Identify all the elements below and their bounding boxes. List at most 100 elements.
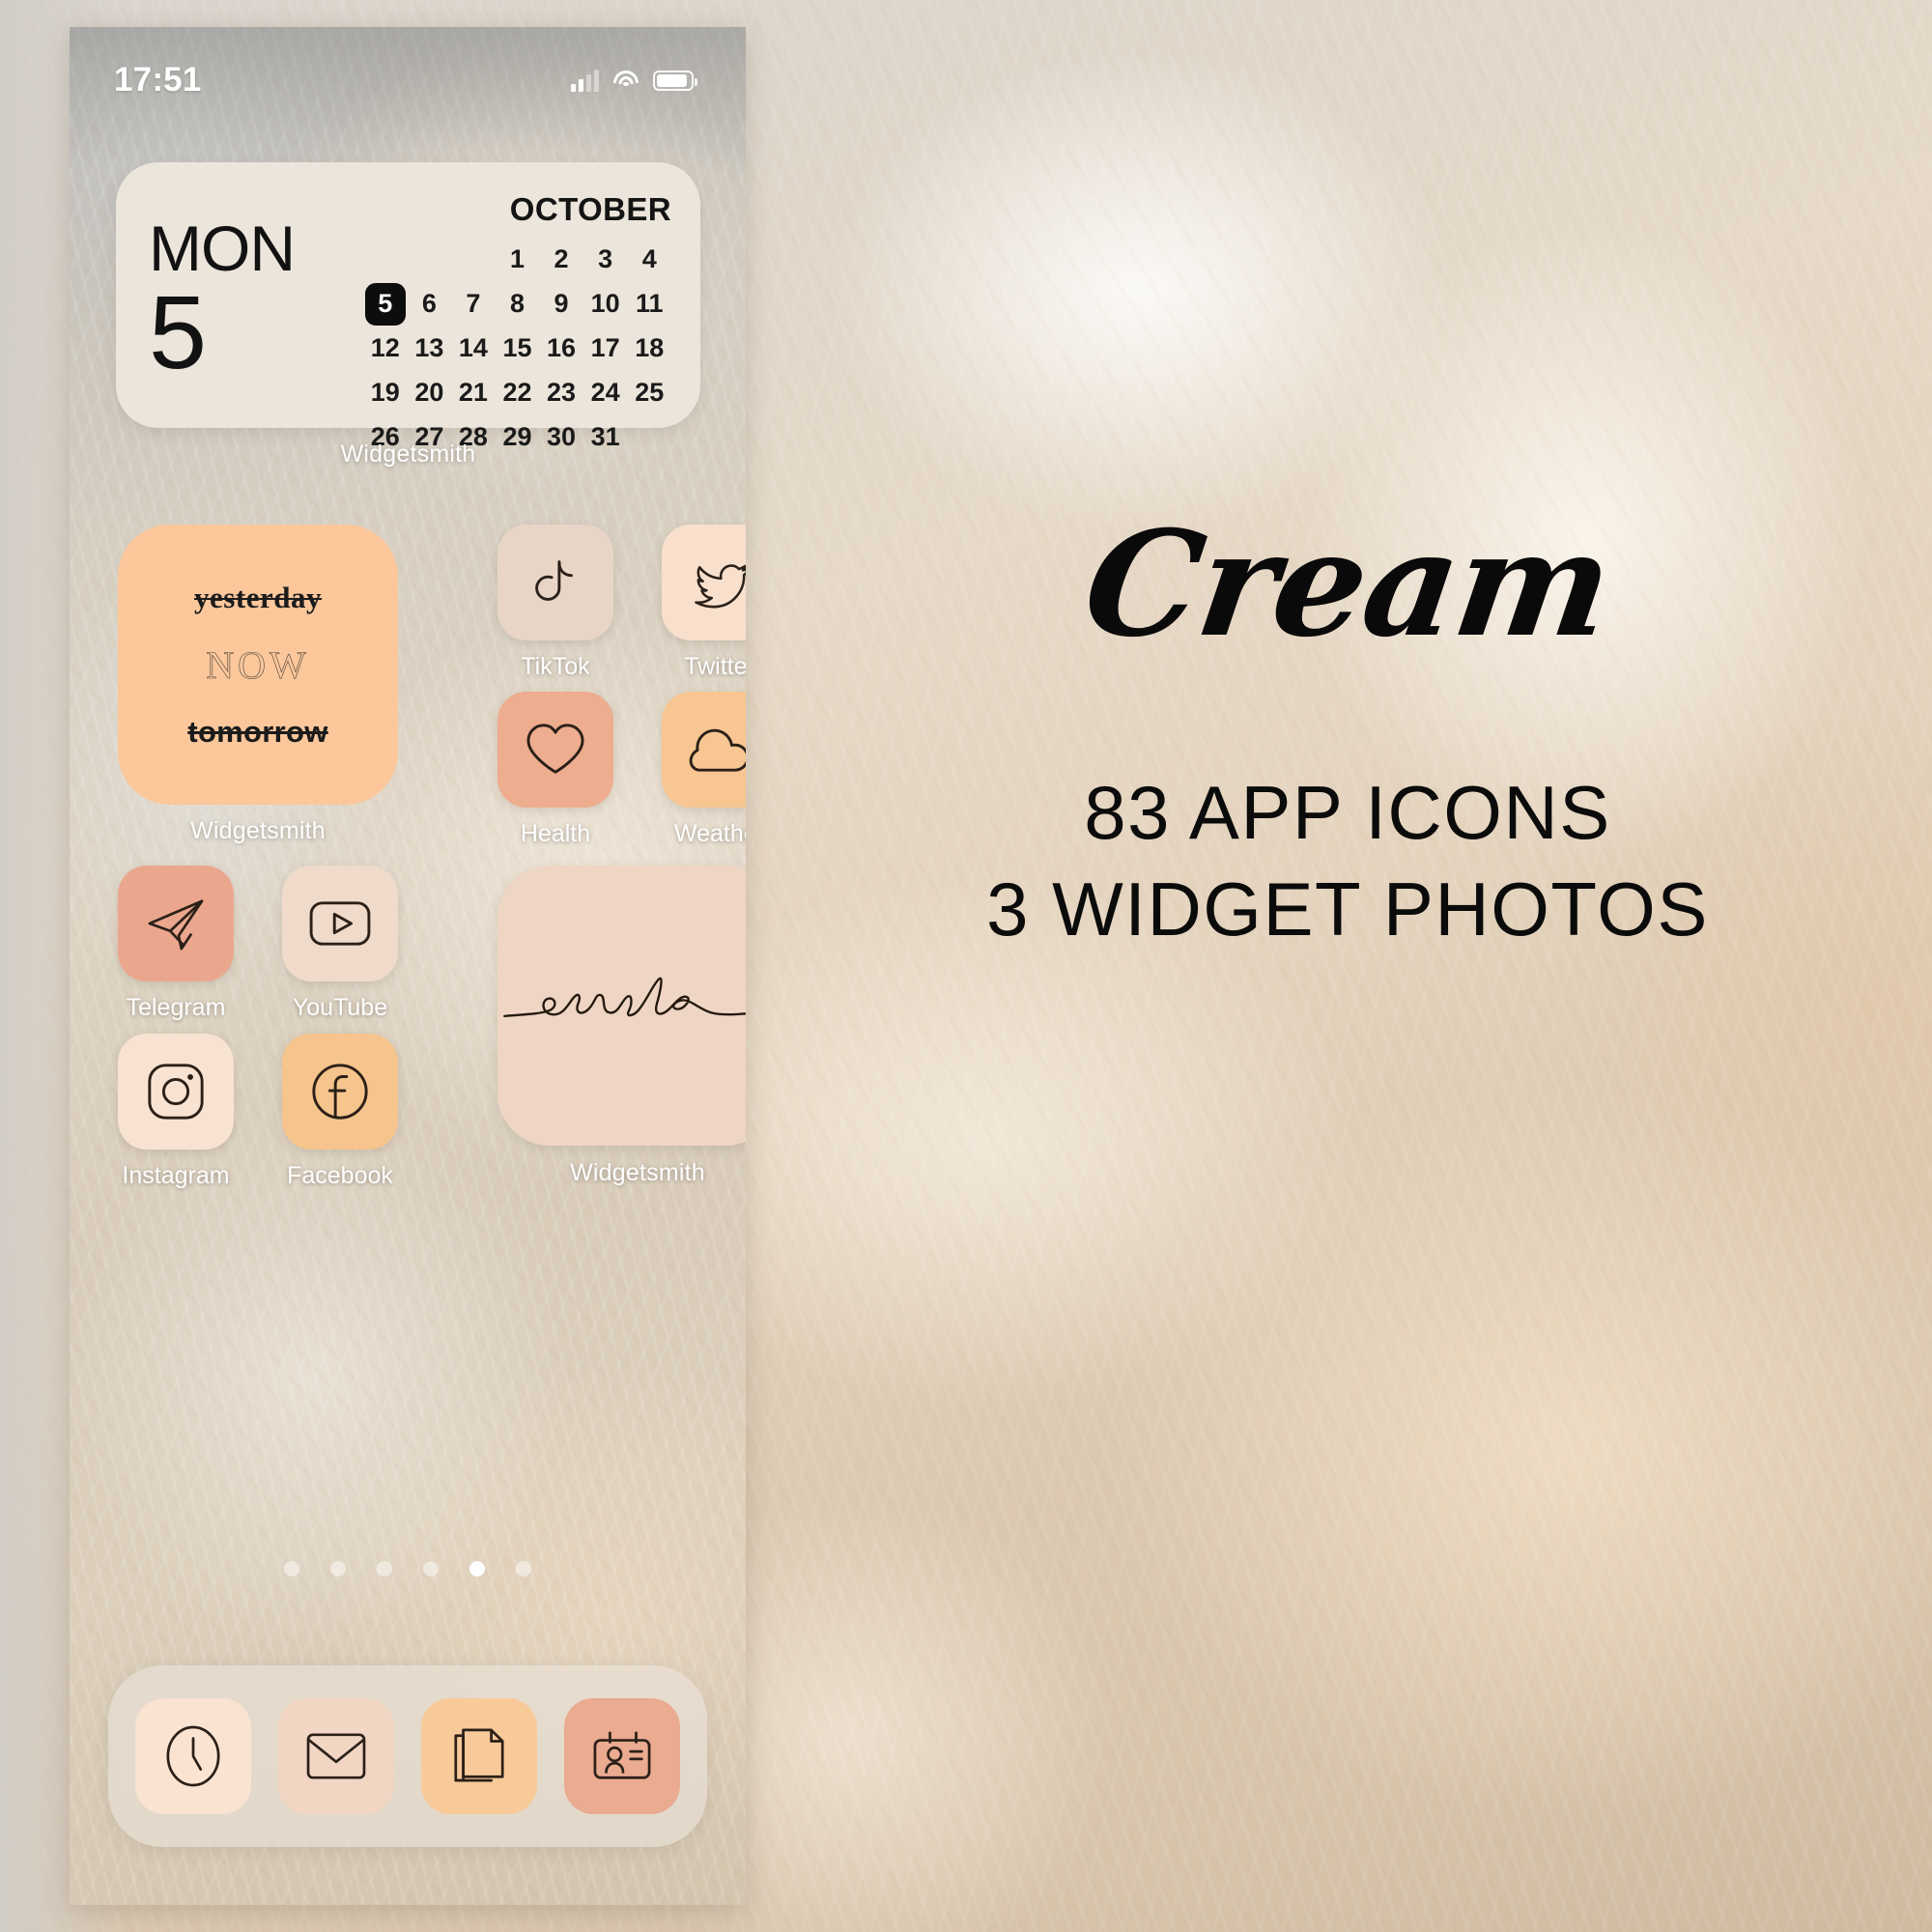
calendar-cell-label: 13 xyxy=(414,333,444,362)
calendar-cell: 25 xyxy=(627,373,671,412)
calendar-cell: 16 xyxy=(539,328,583,368)
app-tiktok[interactable]: TikTok xyxy=(497,525,613,681)
calendar-cell-label: 20 xyxy=(414,378,444,407)
calendar-cell-label: 2 xyxy=(554,244,569,273)
app-instagram[interactable]: Instagram xyxy=(118,1034,234,1190)
status-bar: 17:51 xyxy=(70,27,746,133)
status-time: 17:51 xyxy=(114,61,202,99)
page-dot[interactable] xyxy=(284,1561,299,1577)
app-label: YouTube xyxy=(292,994,388,1021)
calendar-cell: 21 xyxy=(451,373,496,412)
cellular-signal-icon xyxy=(571,69,599,92)
dock-app-clock[interactable] xyxy=(135,1698,251,1814)
widget-label-calendar: Widgetsmith xyxy=(340,440,476,468)
calendar-cell: 2 xyxy=(539,240,583,279)
page-dot-active[interactable] xyxy=(469,1561,485,1577)
calendar-cell-label: 18 xyxy=(635,333,665,362)
now-widget-now: NOW xyxy=(206,642,310,687)
widget-now[interactable]: yesterday NOW tomorrow xyxy=(118,525,398,805)
smile-script-icon xyxy=(503,977,746,1018)
app-label: Twitter xyxy=(684,653,746,680)
calendar-cell: 8 xyxy=(496,284,540,324)
promo-line-2: 3 WIDGET PHOTOS xyxy=(986,866,1709,952)
page-dot[interactable] xyxy=(516,1561,531,1577)
twitter-icon[interactable] xyxy=(662,525,746,640)
calendar-cell-label: 15 xyxy=(502,333,532,362)
calendar-cell: 7 xyxy=(451,284,496,324)
app-label: Weather xyxy=(673,820,746,847)
calendar-cell-today: 5 xyxy=(363,282,408,326)
app-label: TikTok xyxy=(521,653,590,680)
calendar-cell: 9 xyxy=(539,284,583,324)
calendar-weekday: MON xyxy=(149,213,296,285)
app-label: Facebook xyxy=(287,1162,393,1189)
calendar-cell: 1 xyxy=(496,240,540,279)
calendar-cell: 17 xyxy=(583,328,628,368)
calendar-day-number: 5 xyxy=(149,273,208,391)
promo-text-block: Cream 83 APP ICONS 3 WIDGET PHOTOS xyxy=(763,499,1932,958)
app-youtube[interactable]: YouTube xyxy=(282,866,398,1022)
app-health[interactable]: Health xyxy=(497,692,613,848)
calendar-cell-label: 21 xyxy=(458,378,488,407)
page-indicator[interactable] xyxy=(70,1561,746,1577)
calendar-blank-cell xyxy=(408,240,452,279)
calendar-cell-label: 10 xyxy=(590,289,620,318)
calendar-cell-label: 7 xyxy=(466,289,481,318)
calendar-cell-label: 22 xyxy=(502,378,532,407)
page-dot[interactable] xyxy=(330,1561,346,1577)
calendar-cell-label: 14 xyxy=(458,333,488,362)
home-screen: MON 5 OCTOBER 1 2 3 4 5 6 7 8 9 10 11 12 13 14 15 16 17 1… xyxy=(70,27,746,1905)
app-label: Instagram xyxy=(122,1162,230,1189)
calendar-cell-label: 1 xyxy=(509,244,525,273)
calendar-cell-label: 3 xyxy=(598,244,613,273)
app-telegram[interactable]: Telegram xyxy=(118,866,234,1022)
calendar-cell: 18 xyxy=(627,328,671,368)
calendar-cell: 13 xyxy=(408,328,452,368)
status-indicators xyxy=(571,69,697,92)
calendar-grid: 1 2 3 4 5 6 7 8 9 10 11 12 13 14 15 16 17 18 19 20 21 22 23 24 2… xyxy=(363,240,671,457)
dock xyxy=(108,1665,707,1847)
calendar-cell: 19 xyxy=(363,373,408,412)
cloud-icon[interactable] xyxy=(662,692,746,808)
calendar-cell-label: 9 xyxy=(554,289,569,318)
paper-plane-icon[interactable] xyxy=(118,866,234,981)
calendar-cell-label: 25 xyxy=(635,378,665,407)
calendar-cell-label: 8 xyxy=(509,289,525,318)
now-widget-yesterday: yesterday xyxy=(194,580,322,614)
dock-app-mail[interactable] xyxy=(278,1698,394,1814)
promo-title: Cream xyxy=(1074,499,1621,669)
widget-calendar[interactable]: MON 5 OCTOBER 1 2 3 4 5 6 7 8 9 10 11 12 13 14 15 16 17 1… xyxy=(116,162,700,451)
youtube-play-icon[interactable] xyxy=(282,866,398,981)
page-dot[interactable] xyxy=(377,1561,392,1577)
app-label: Health xyxy=(520,820,591,847)
calendar-blank-cell xyxy=(451,240,496,279)
calendar-cell: 23 xyxy=(539,373,583,412)
heart-icon[interactable] xyxy=(497,692,613,808)
now-widget-tomorrow: tomorrow xyxy=(187,714,328,749)
calendar-cell: 15 xyxy=(496,328,540,368)
app-weather[interactable]: Weather xyxy=(662,692,746,848)
wifi-icon xyxy=(612,70,639,91)
dock-app-notes[interactable] xyxy=(421,1698,537,1814)
tiktok-icon[interactable] xyxy=(497,525,613,640)
phone-screenshot: 17:51 MON 5 OCTOBER 1 2 3 4 5 6 7 8 9 10 11 12 13 14 1… xyxy=(70,27,746,1905)
camera-icon[interactable] xyxy=(118,1034,234,1150)
calendar-cell: 3 xyxy=(583,240,628,279)
calendar-cell: 6 xyxy=(408,284,452,324)
promo-panel: Cream 83 APP ICONS 3 WIDGET PHOTOS xyxy=(763,0,1932,1932)
calendar-cell-label: 11 xyxy=(635,289,664,318)
calendar-cell-label: 16 xyxy=(547,333,577,362)
calendar-cell: 4 xyxy=(627,240,671,279)
page-dot[interactable] xyxy=(423,1561,439,1577)
widget-label-now: Widgetsmith xyxy=(190,817,326,844)
calendar-cell-label: 4 xyxy=(641,244,657,273)
calendar-cell: 24 xyxy=(583,373,628,412)
dock-app-contacts[interactable] xyxy=(564,1698,680,1814)
facebook-f-icon[interactable] xyxy=(282,1034,398,1150)
widget-smile[interactable] xyxy=(497,866,746,1146)
calendar-cell: 20 xyxy=(408,373,452,412)
app-facebook[interactable]: Facebook xyxy=(282,1034,398,1190)
calendar-month-block: OCTOBER 1 2 3 4 5 6 7 8 9 10 11 12 13 14 15 16 17 18 19 20 2… xyxy=(363,187,671,451)
calendar-cell-label: 24 xyxy=(590,378,620,407)
app-twitter[interactable]: Twitter xyxy=(662,525,746,681)
